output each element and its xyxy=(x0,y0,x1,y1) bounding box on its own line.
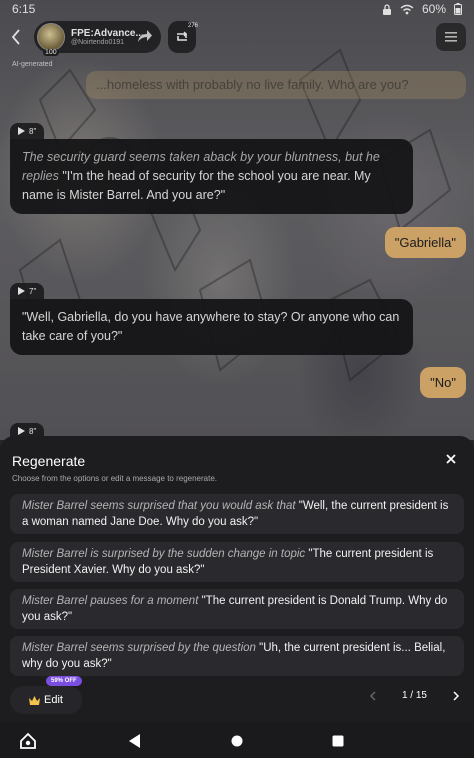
sheet-footer: Edit 59% OFF 1 / 15 xyxy=(0,676,474,722)
pager: 1 / 15 xyxy=(369,690,460,701)
nav-recents-button[interactable] xyxy=(329,732,347,750)
option-action: Mister Barrel seems surprised that you w… xyxy=(22,500,296,512)
house-icon xyxy=(20,732,36,749)
sheet-subtitle: Choose from the options or edit a messag… xyxy=(12,474,218,483)
regenerate-option[interactable]: Mister Barrel seems surprised that you w… xyxy=(10,494,464,534)
regenerate-option[interactable]: Mister Barrel seems surprised by the que… xyxy=(10,636,464,676)
circle-home-icon xyxy=(231,735,243,747)
regenerate-sheet: Regenerate Choose from the options or ed… xyxy=(0,436,474,722)
page-indicator: 1 / 15 xyxy=(401,690,427,701)
close-button[interactable] xyxy=(442,450,460,468)
crown-icon xyxy=(29,695,41,705)
regenerate-option[interactable]: Mister Barrel is surprised by the sudden… xyxy=(10,542,464,582)
sheet-title: Regenerate xyxy=(12,453,86,469)
chevron-right-icon[interactable] xyxy=(453,690,460,701)
close-icon xyxy=(446,454,456,464)
option-action: Mister Barrel seems surprised by the que… xyxy=(22,642,256,654)
option-action: Mister Barrel pauses for a moment xyxy=(22,595,199,607)
system-nav-bar xyxy=(0,722,474,758)
nav-home-button[interactable] xyxy=(228,732,246,750)
discount-badge: 59% OFF xyxy=(46,676,82,686)
regenerate-option[interactable]: Mister Barrel pauses for a moment "The c… xyxy=(10,589,464,629)
edit-button[interactable]: Edit xyxy=(10,686,82,714)
square-recents-icon xyxy=(332,735,344,747)
triangle-back-icon xyxy=(129,734,140,748)
chevron-left-icon[interactable] xyxy=(369,690,376,701)
home-app-button[interactable] xyxy=(19,732,37,750)
option-action: Mister Barrel is surprised by the sudden… xyxy=(22,548,306,560)
edit-label: Edit xyxy=(44,694,63,706)
nav-back-button[interactable] xyxy=(126,732,144,750)
